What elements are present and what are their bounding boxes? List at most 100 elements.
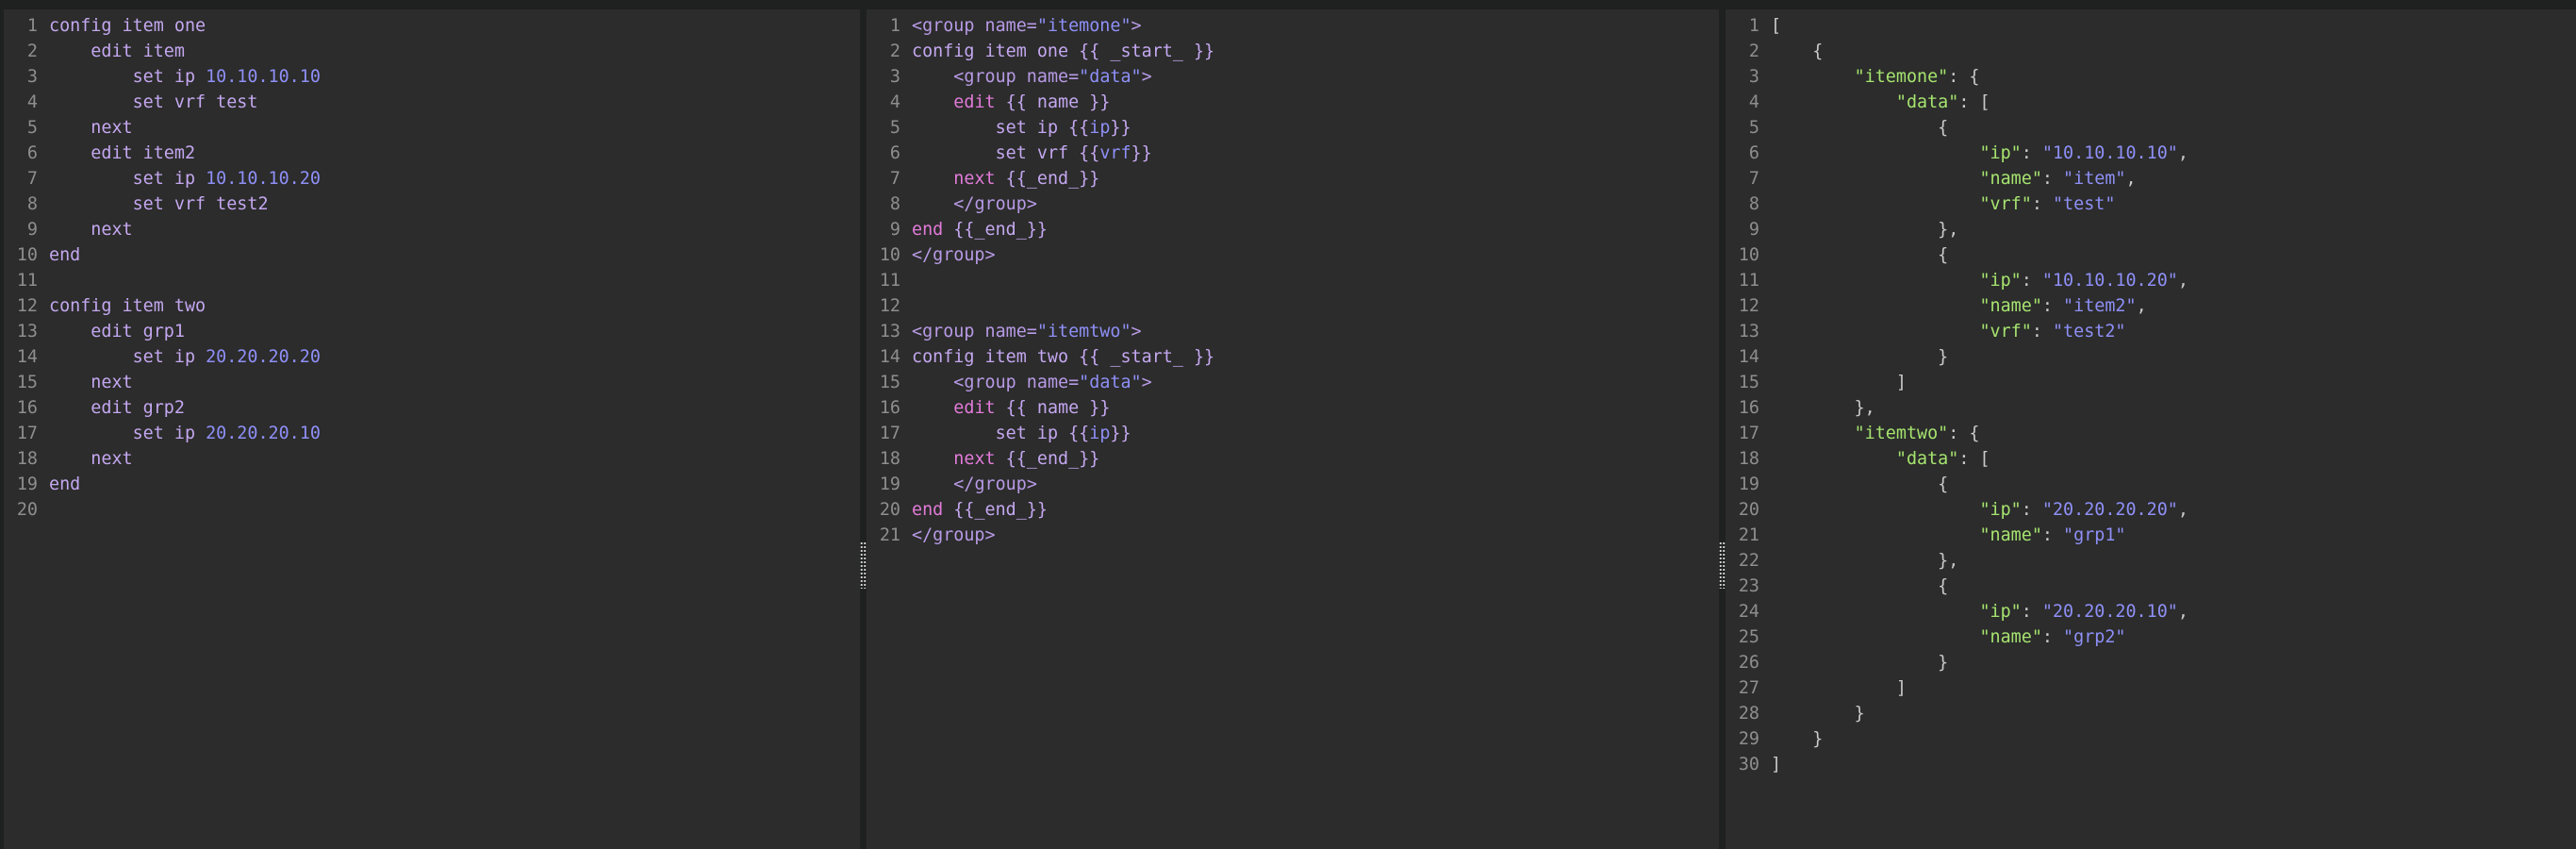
code-line[interactable]: 5 { [1726, 115, 2576, 141]
code-line[interactable]: 19 </group> [867, 472, 1719, 497]
code-line[interactable]: 17 set ip 20.20.20.10 [4, 421, 860, 446]
code-line[interactable]: 13 edit grp1 [4, 319, 860, 344]
code-line[interactable]: 4 set vrf test [4, 90, 860, 115]
code-line[interactable]: 2 edit item [4, 39, 860, 64]
code-token: "vrf" [1979, 322, 2032, 341]
code-line[interactable]: 1 config item one [4, 13, 860, 39]
code-line[interactable]: 8 set vrf test2 [4, 191, 860, 217]
result-output-code[interactable]: 1[2 {3 "itemone": {4 "data": [5 {6 "ip":… [1726, 13, 2576, 777]
code-line[interactable]: 18 "data": [ [1726, 446, 2576, 472]
code-line[interactable]: 20 "ip": "20.20.20.20", [1726, 497, 2576, 523]
code-line[interactable]: 8 </group> [867, 191, 1719, 217]
code-line[interactable]: 15 <group name="data"> [867, 370, 1719, 395]
code-line[interactable]: 8 "vrf": "test" [1726, 191, 2576, 217]
code-line[interactable]: 23 { [1726, 574, 2576, 599]
code-line[interactable]: 27 ] [1726, 675, 2576, 701]
data-editor-pane[interactable]: 1 config item one 2 edit item 3 set ip 10.1… [4, 9, 860, 849]
code-line[interactable]: 6 "ip": "10.10.10.10", [1726, 141, 2576, 166]
code-line[interactable]: 28 } [1726, 701, 2576, 726]
code-line[interactable]: 7 set ip 10.10.10.20 [4, 166, 860, 191]
code-line[interactable]: 20 [4, 497, 860, 523]
code-line[interactable]: 3 "itemone": { [1726, 64, 2576, 90]
code-line[interactable]: 16 edit grp2 [4, 395, 860, 421]
code-line[interactable]: 4 edit {{ name }} [867, 90, 1719, 115]
code-token: set ip [132, 424, 196, 443]
code-line[interactable]: 19 end [4, 472, 860, 497]
code-token: }} [1193, 347, 1215, 367]
code-line[interactable]: 11 [4, 268, 860, 293]
code-line[interactable]: 16 }, [1726, 395, 2576, 421]
code-line[interactable]: 15 next [4, 370, 860, 395]
code-line[interactable]: 3 <group name="data"> [867, 64, 1719, 90]
line-text: { [1759, 472, 2576, 497]
code-line[interactable]: 22 }, [1726, 548, 2576, 574]
code-line[interactable]: 10 </group> [867, 242, 1719, 268]
code-line[interactable]: 4 "data": [ [1726, 90, 2576, 115]
code-line[interactable]: 12 [867, 293, 1719, 319]
code-line[interactable]: 6 edit item2 [4, 141, 860, 166]
code-line[interactable]: 9 }, [1726, 217, 2576, 242]
code-line[interactable]: 11 [867, 268, 1719, 293]
code-line[interactable]: 21 </group> [867, 523, 1719, 548]
code-line[interactable]: 7 next {{_end_}} [867, 166, 1719, 191]
code-token: {{ [1005, 398, 1027, 418]
code-line[interactable]: 9 end {{_end_}} [867, 217, 1719, 242]
code-line[interactable]: 6 set vrf {{vrf}} [867, 141, 1719, 166]
code-line[interactable]: 2 { [1726, 39, 2576, 64]
code-line[interactable]: 17 "itemtwo": { [1726, 421, 2576, 446]
line-text: </group> [900, 191, 1719, 217]
line-text: next [38, 370, 860, 395]
code-line[interactable]: 12 "name": "item2", [1726, 293, 2576, 319]
code-line[interactable]: 12 config item two [4, 293, 860, 319]
code-line[interactable]: 13 <group name="itemtwo"> [867, 319, 1719, 344]
code-line[interactable]: 9 next [4, 217, 860, 242]
code-line[interactable]: 16 edit {{ name }} [867, 395, 1719, 421]
code-line[interactable]: 30] [1726, 752, 2576, 777]
code-token: }} [1026, 500, 1048, 520]
code-line[interactable]: 18 next [4, 446, 860, 472]
code-line[interactable]: 18 next {{_end_}} [867, 446, 1719, 472]
code-line[interactable]: 5 set ip {{ip}} [867, 115, 1719, 141]
splitter-handle-right[interactable] [1719, 541, 1726, 589]
code-line[interactable]: 20 end {{_end_}} [867, 497, 1719, 523]
code-line[interactable]: 15 ] [1726, 370, 2576, 395]
line-number: 19 [16, 474, 38, 494]
code-line[interactable]: 11 "ip": "10.10.10.20", [1726, 268, 2576, 293]
data-editor-code[interactable]: 1 config item one 2 edit item 3 set ip 10.1… [4, 13, 860, 523]
code-token: item [132, 42, 185, 61]
code-line[interactable]: 10 end [4, 242, 860, 268]
code-token: _end_ [1026, 449, 1080, 469]
code-line[interactable]: 26 } [1726, 650, 2576, 675]
code-line[interactable]: 19 { [1726, 472, 2576, 497]
template-editor-pane[interactable]: 1 <group name="itemone"> 2 config item one … [867, 9, 1719, 849]
code-line[interactable]: 2 config item one {{ _start_ }} [867, 39, 1719, 64]
code-line[interactable]: 1 <group name="itemone"> [867, 13, 1719, 39]
code-line[interactable]: 29 } [1726, 726, 2576, 752]
code-line[interactable]: 21 "name": "grp1" [1726, 523, 2576, 548]
code-line[interactable]: 1[ [1726, 13, 2576, 39]
code-line[interactable]: 10 { [1726, 242, 2576, 268]
code-line[interactable]: 25 "name": "grp2" [1726, 624, 2576, 650]
code-line[interactable]: 14 set ip 20.20.20.20 [4, 344, 860, 370]
code-line[interactable]: 13 "vrf": "test2" [1726, 319, 2576, 344]
template-editor-code[interactable]: 1 <group name="itemone"> 2 config item one … [867, 13, 1719, 548]
splitter-handle-left[interactable] [860, 541, 867, 589]
code-line[interactable]: 17 set ip {{ip}} [867, 421, 1719, 446]
result-output-pane[interactable]: 1[2 {3 "itemone": {4 "data": [5 {6 "ip":… [1726, 9, 2576, 849]
code-line[interactable]: 14 } [1726, 344, 2576, 370]
code-line[interactable]: 24 "ip": "20.20.20.10", [1726, 599, 2576, 624]
code-line[interactable]: 7 "name": "item", [1726, 166, 2576, 191]
code-line[interactable]: 14 config item two {{ _start_ }} [867, 344, 1719, 370]
code-token: grp1 [132, 322, 185, 341]
code-line[interactable]: 3 set ip 10.10.10.10 [4, 64, 860, 90]
code-line[interactable]: 5 next [4, 115, 860, 141]
